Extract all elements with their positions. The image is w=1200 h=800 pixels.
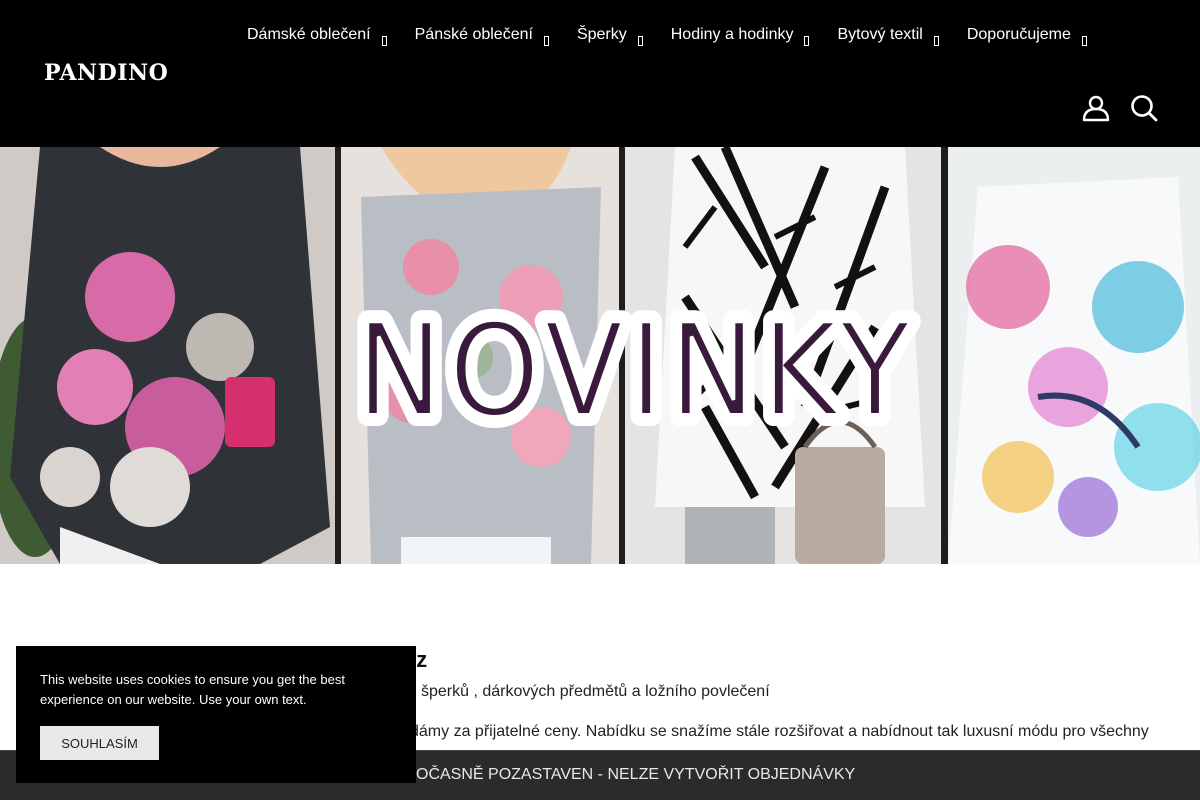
- notice-text: OČASNĚ POZASTAVEN - NELZE VYTVOŘIT OBJED…: [416, 766, 856, 783]
- nav-label: Doporučujeme: [966, 26, 1071, 43]
- content-paragraph-2: dámy za přijatelné ceny. Nabídku se snaž…: [410, 723, 1149, 740]
- nav-item-damske[interactable]: Dámské oblečení: [247, 26, 387, 46]
- nav-label: Dámské oblečení: [247, 26, 371, 43]
- cookie-accept-button[interactable]: SOUHLASÍM: [40, 726, 159, 760]
- banner-title-text: NOVINKY: [356, 297, 916, 446]
- chevron-down-icon: [637, 36, 643, 46]
- search-icon[interactable]: [1130, 94, 1158, 122]
- hero-banner[interactable]: NOVINKY NOVINKY: [0, 147, 1200, 564]
- chevron-down-icon: [933, 36, 939, 46]
- user-account-icon[interactable]: [1082, 94, 1110, 122]
- nav-label: Pánské oblečení: [414, 26, 533, 43]
- nav-label: Šperky: [576, 26, 627, 43]
- content-paragraph-1: šperků , dárkových předmětů a ložního po…: [421, 683, 770, 700]
- cookie-banner: This website uses cookies to ensure you …: [16, 646, 416, 783]
- header-actions: [1082, 94, 1158, 122]
- nav-item-doporucujeme[interactable]: Doporučujeme: [967, 26, 1087, 46]
- nav-item-hodiny[interactable]: Hodiny a hodinky: [671, 26, 810, 46]
- chevron-down-icon: [1081, 36, 1087, 46]
- nav-item-bytovy-textil[interactable]: Bytový textil: [837, 26, 939, 46]
- chevron-down-icon: [381, 36, 387, 46]
- chevron-down-icon: [543, 36, 549, 46]
- site-logo[interactable]: PANDINO: [44, 60, 168, 86]
- site-header: PANDINO Dámské oblečení Pánské oblečení …: [0, 0, 1200, 147]
- nav-label: Hodiny a hodinky: [670, 26, 794, 43]
- main-nav: Dámské oblečení Pánské oblečení Šperky H…: [247, 26, 1115, 46]
- nav-label: Bytový textil: [837, 26, 923, 43]
- cookie-text: This website uses cookies to ensure you …: [40, 672, 345, 707]
- banner-title: NOVINKY NOVINKY: [345, 286, 921, 457]
- nav-item-panske[interactable]: Pánské oblečení: [415, 26, 549, 46]
- chevron-down-icon: [804, 36, 810, 46]
- nav-item-sperky[interactable]: Šperky: [577, 26, 643, 46]
